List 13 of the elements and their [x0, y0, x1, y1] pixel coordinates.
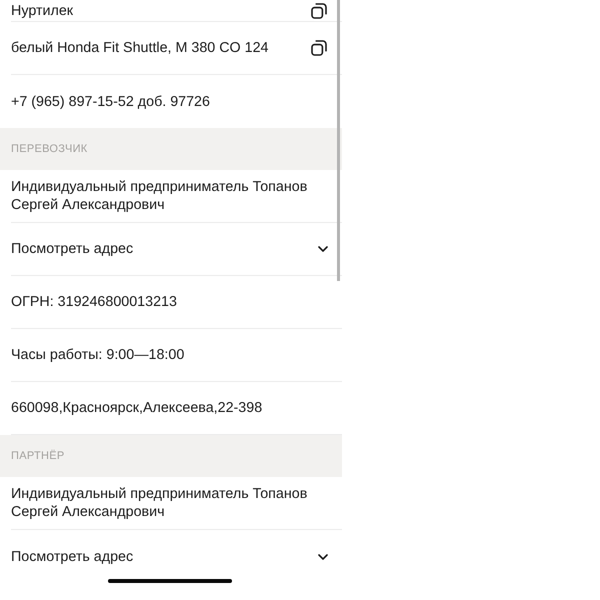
info-text: Нуртилек [11, 2, 74, 20]
section-title: ПАРТНЁР [11, 450, 65, 462]
view-address-toggle[interactable]: Посмотреть адрес [11, 530, 342, 583]
info-text: +7 (965) 897-15-52 доб. 97726 [11, 92, 210, 110]
info-text: Индивидуальный предприниматель Топанов Сергей Александрович [11, 178, 308, 214]
info-text: 660098,Красноярск,Алексеева,22-398 [11, 399, 262, 417]
info-text: Индивидуальный предприниматель Топанов Сергей Александрович [11, 485, 308, 521]
copy-icon[interactable] [311, 2, 327, 18]
info-text: ОГРН: 319246800013213 [11, 293, 177, 311]
info-text: белый Honda Fit Shuttle, M 380 CO 124 [11, 39, 268, 57]
info-text: Часы работы: 9:00—18:00 [11, 346, 184, 364]
section-title: ПЕРЕВОЗЧИК [11, 143, 88, 155]
copy-icon[interactable] [311, 40, 327, 56]
